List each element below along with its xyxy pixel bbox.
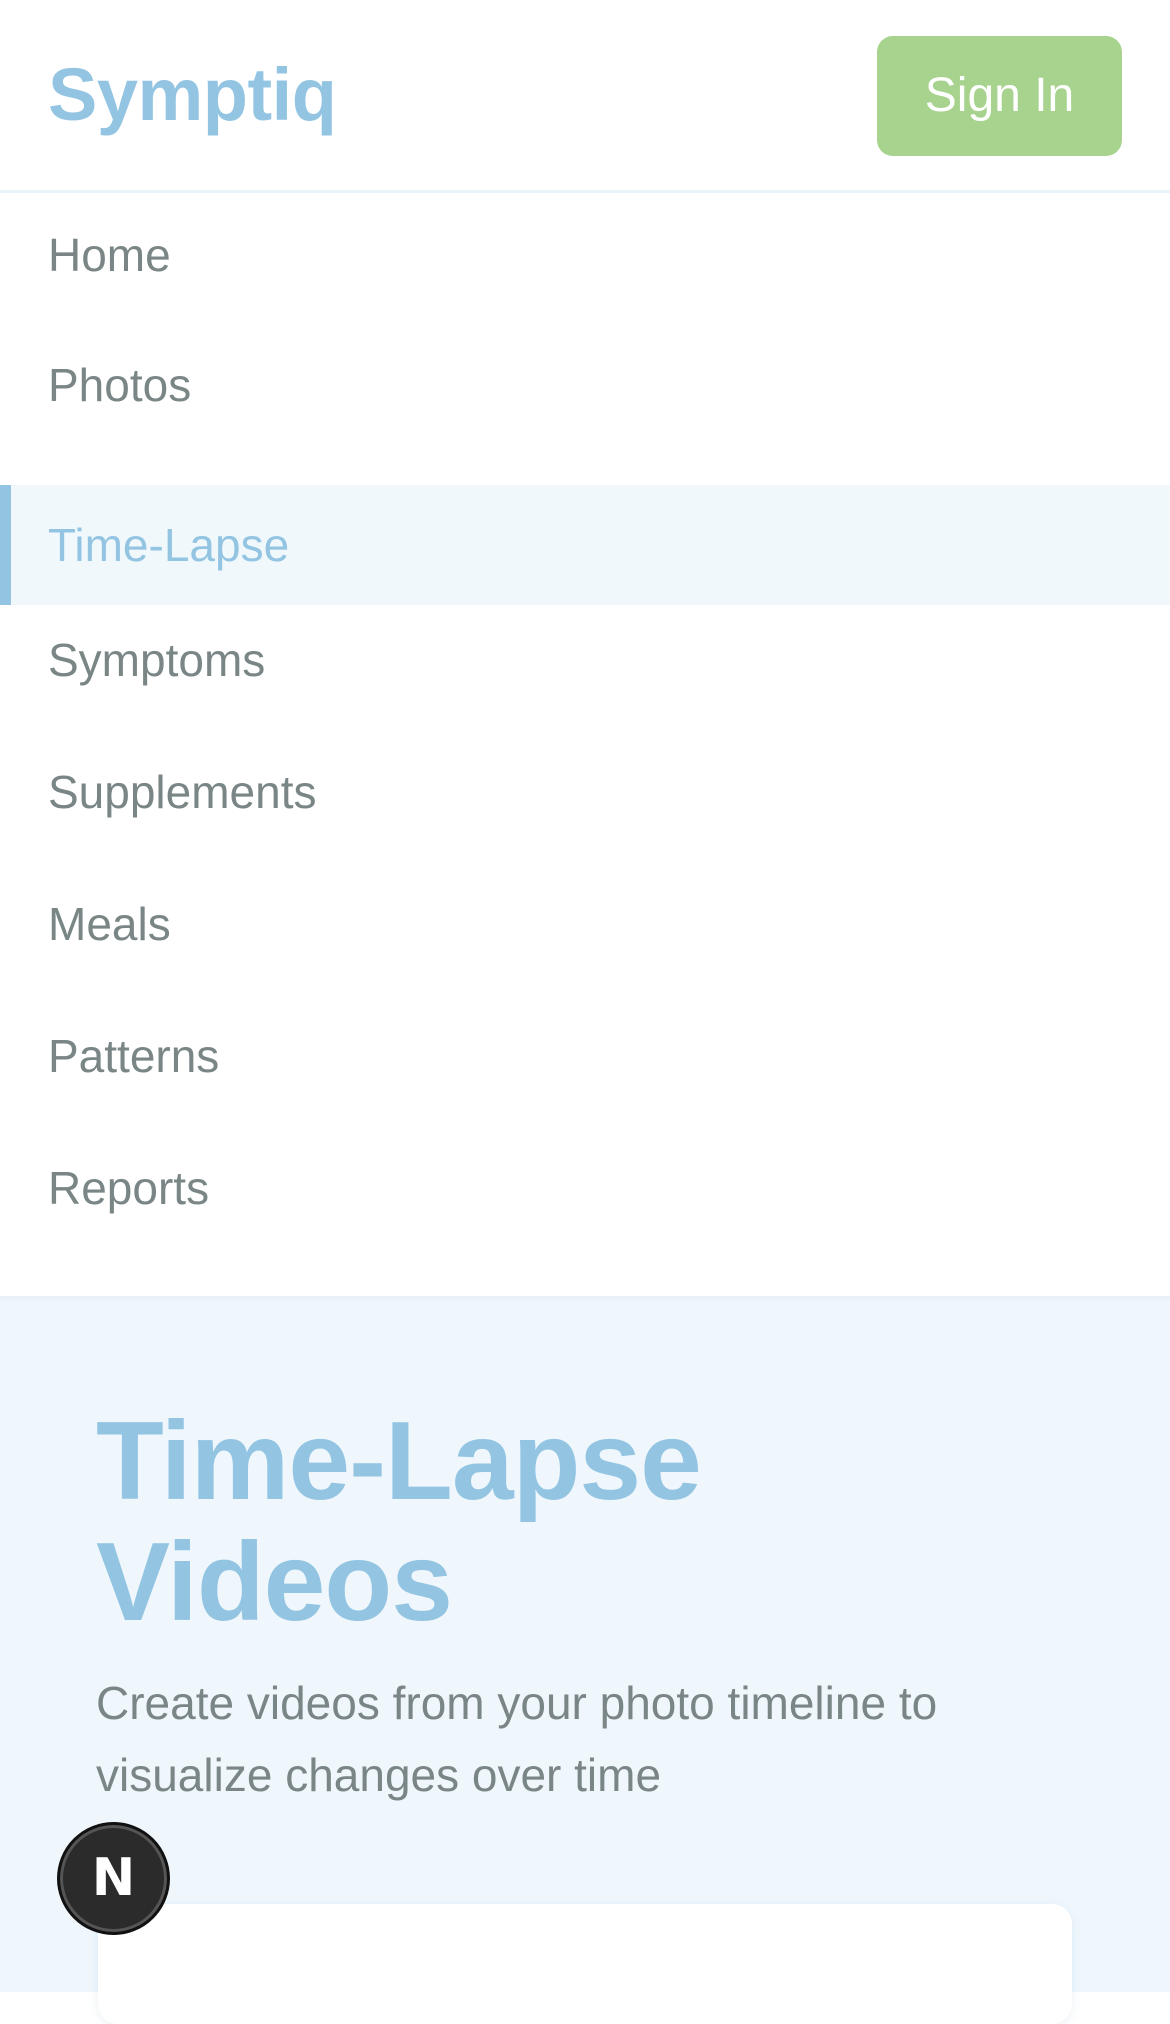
next-logo-icon: N: [91, 1848, 136, 1908]
page-subtitle: Create videos from your photo timeline t…: [96, 1677, 938, 1801]
page-title-line-2: Videos: [96, 1520, 453, 1644]
sign-in-button[interactable]: Sign In: [877, 36, 1122, 156]
nav-item-patterns[interactable]: Patterns: [0, 996, 1170, 1116]
nav-item-photos[interactable]: Photos: [0, 325, 1170, 445]
nav-item-supplements[interactable]: Supplements: [0, 732, 1170, 852]
nav-item-meals[interactable]: Meals: [0, 864, 1170, 984]
nav-item-reports[interactable]: Reports: [0, 1128, 1170, 1248]
nav-item-time-lapse[interactable]: Time-Lapse: [0, 485, 1170, 605]
nav-item-home[interactable]: Home: [0, 195, 1170, 315]
top-header: Symptiq Sign In: [0, 0, 1170, 193]
page-title-line-1: Time-Lapse: [96, 1399, 702, 1523]
next-logo-button[interactable]: N: [57, 1822, 170, 1935]
app-logo[interactable]: Symptiq: [48, 52, 337, 138]
nav-item-symptoms[interactable]: Symptoms: [0, 600, 1170, 720]
page-title: Time-Lapse Videos: [96, 1401, 996, 1643]
hero-section: Time-Lapse Videos Create videos from you…: [0, 1302, 1170, 2024]
content-card: [98, 1904, 1072, 2024]
main-navigation: Home Photos Time-Lapse Symptoms Suppleme…: [0, 195, 1170, 1298]
